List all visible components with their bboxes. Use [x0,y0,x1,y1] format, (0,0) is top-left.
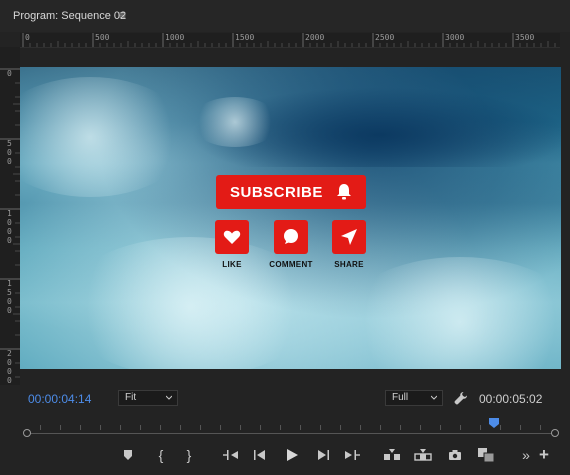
panel-header: Program: Sequence 02 ≡ [0,0,570,32]
ruler-label: 3500 [515,33,535,42]
insert-icon [384,449,400,460]
ruler-label: 0 [7,69,12,78]
panel-title[interactable]: Program: Sequence 02 [13,10,126,22]
add-marker-button[interactable] [120,447,136,463]
ruler-label: 2000 [7,349,12,385]
play-button[interactable] [283,447,301,463]
like-label: LIKE [222,260,242,269]
like-graphic [215,220,249,254]
wave-foam [340,257,561,369]
ruler-label: 500 [7,139,12,166]
double-chevron-right-icon: » [522,447,530,463]
wave-foam [20,77,190,197]
duration-timecode: 00:00:05:02 [479,392,543,406]
share-graphic [332,220,366,254]
scrubber-start-handle[interactable] [23,429,31,437]
more-controls-button[interactable]: » [518,447,534,463]
comment-label: COMMENT [269,260,313,269]
zoom-level-select[interactable]: Fit [118,390,178,406]
scrubber-end-handle[interactable] [551,429,559,437]
ruler-label: 1500 [7,279,12,315]
chevron-down-icon [431,395,437,400]
current-timecode[interactable]: 00:00:04:14 [28,392,91,406]
program-video-frame[interactable]: SUBSCRIBE LIKE COMMENT SHARE [20,67,561,369]
step-forward-button[interactable] [315,447,331,463]
hamburger-menu-icon[interactable]: ≡ [119,8,126,22]
playback-resolution-value: Full [392,392,409,403]
subscribe-label: SUBSCRIBE [230,183,323,201]
vertical-ruler: 0 500 1000 1500 2000 [0,47,20,385]
go-to-in-button[interactable] [222,447,240,463]
wave-foam [60,237,320,369]
export-frame-button[interactable] [446,447,464,463]
subscribe-graphic: SUBSCRIBE [216,175,366,209]
plus-icon: + [539,445,549,464]
go-to-in-icon [223,450,238,460]
comment-bubble-icon [284,229,298,244]
comparison-view-icon [478,448,495,463]
ruler-label: 1000 [7,209,12,245]
go-to-out-button[interactable] [343,447,361,463]
mark-out-icon: } [186,447,192,463]
marker-icon [124,450,132,460]
scrubber-track[interactable] [28,433,556,434]
overwrite-icon [414,449,432,461]
ruler-label: 0 [25,33,30,42]
mark-in-button[interactable]: { [153,447,169,463]
step-back-icon [254,450,265,460]
play-icon [287,449,298,461]
program-monitor-panel: Program: Sequence 02 ≡ 0 500 1000 1500 2… [0,0,570,475]
send-arrow-icon [341,229,357,245]
button-editor-button[interactable]: + [536,445,552,464]
share-label: SHARE [334,260,364,269]
ruler-label: 2500 [375,33,395,42]
zoom-level-value: Fit [125,392,137,403]
heart-icon [223,230,241,244]
step-back-button[interactable] [252,447,268,463]
ruler-label: 3000 [445,33,465,42]
chevron-down-icon [166,395,172,400]
go-to-out-icon [345,450,360,460]
horizontal-ruler: 0 500 1000 1500 2000 2500 3000 3500 [20,33,560,48]
playback-resolution-select[interactable]: Full [385,390,443,406]
comment-graphic [274,220,308,254]
bell-icon [337,184,351,200]
ruler-label: 1500 [235,33,255,42]
step-forward-icon [318,450,329,460]
mark-out-button[interactable]: } [181,447,197,463]
ruler-label: 500 [95,33,110,42]
wave-foam [190,97,280,147]
comparison-view-button[interactable] [476,447,496,463]
camera-icon [449,450,461,460]
timeline-scrubber[interactable] [20,418,560,437]
insert-button[interactable] [382,447,402,463]
wrench-icon[interactable] [454,391,468,405]
mark-in-icon: { [158,447,164,463]
ruler-label: 2000 [305,33,325,42]
playhead-marker[interactable] [489,418,499,428]
overwrite-button[interactable] [413,447,433,463]
ruler-label: 1000 [165,33,185,42]
